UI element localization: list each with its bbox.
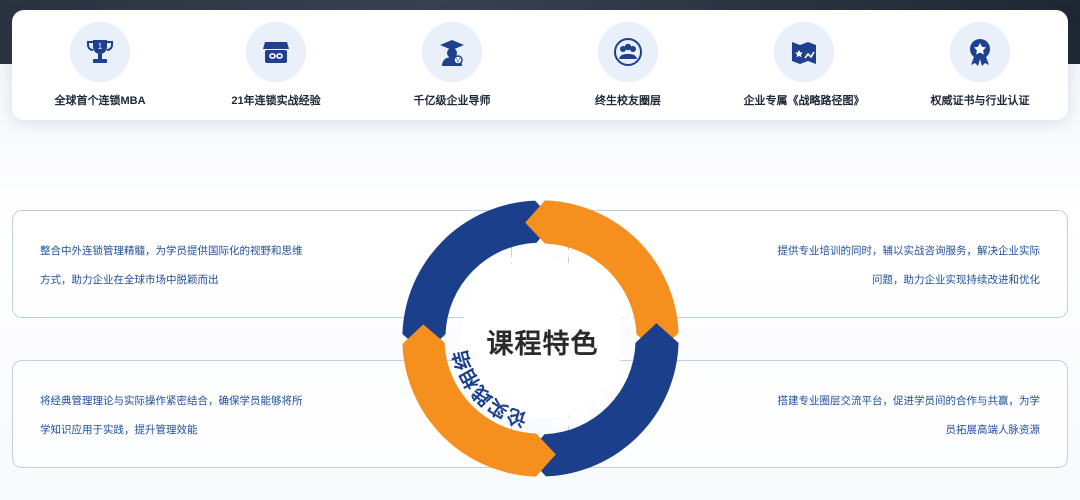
center-title: 课程特色 (486, 329, 599, 359)
alumni-icon (598, 22, 658, 82)
feature-item-global-mba: 1 全球首个连锁MBA (12, 10, 188, 120)
feature-item-strategy-map: 企业专属《战略路径图》 (716, 10, 892, 120)
description-line: 整合中外连锁管理精髓，为学员提供国际化的视野和思维 (40, 245, 303, 257)
feature-bar: 1 全球首个连锁MBA 21年连锁实战经验 V 千亿级企业导师 终生校友圈层 企… (12, 10, 1068, 120)
description-text: 提供专业培训的同时，辅以实战咨询服务，解决企业实际 问题，助力企业实现持续改进和… (750, 237, 1041, 295)
svg-text:1: 1 (98, 42, 103, 51)
feature-label: 权威证书与行业认证 (930, 95, 1030, 107)
svg-text:V: V (456, 59, 460, 65)
description-line: 员拓展高端人脉资源 (945, 424, 1041, 436)
description-line: 将经典管理理论与实际操作紧密结合，确保学员能够将所 (40, 395, 303, 407)
description-text: 整合中外连锁管理精髓，为学员提供国际化的视野和思维 方式，助力企业在全球市场中脱… (40, 237, 330, 295)
feature-label: 全球首个连锁MBA (54, 95, 146, 107)
feature-item-mentor: V 千亿级企业导师 (364, 10, 540, 120)
mentor-icon: V (422, 22, 482, 82)
feature-item-certificate: 权威证书与行业认证 (892, 10, 1068, 120)
certificate-icon (950, 22, 1010, 82)
feature-item-alumni: 终生校友圈层 (540, 10, 716, 120)
description-line: 提供专业培训的同时，辅以实战咨询服务，解决企业实际 (777, 245, 1041, 257)
description-line: 搭建专业圈层交流平台，促进学员间的合作与共赢，为学 (777, 395, 1041, 407)
description-line: 方式，助力企业在全球市场中脱颖而出 (40, 274, 219, 286)
description-text: 搭建专业圈层交流平台，促进学员间的合作与共赢，为学 员拓展高端人脉资源 (750, 387, 1041, 445)
feature-item-experience: 21年连锁实战经验 (188, 10, 364, 120)
feature-label: 终生校友圈层 (595, 95, 661, 107)
strategy-map-icon (774, 22, 834, 82)
feature-label: 千亿级企业导师 (413, 95, 491, 107)
description-line: 学知识应用于实践，提升管理效能 (40, 424, 198, 436)
description-text: 将经典管理理论与实际操作紧密结合，确保学员能够将所 学知识应用于实践，提升管理效… (40, 387, 330, 445)
trophy-icon: 1 (70, 22, 130, 82)
description-line: 问题，助力企业实现持续改进和优化 (872, 274, 1040, 286)
store-icon (246, 22, 306, 82)
feature-label: 企业专属《战略路径图》 (743, 95, 865, 107)
feature-label: 21年连锁实战经验 (231, 95, 321, 107)
